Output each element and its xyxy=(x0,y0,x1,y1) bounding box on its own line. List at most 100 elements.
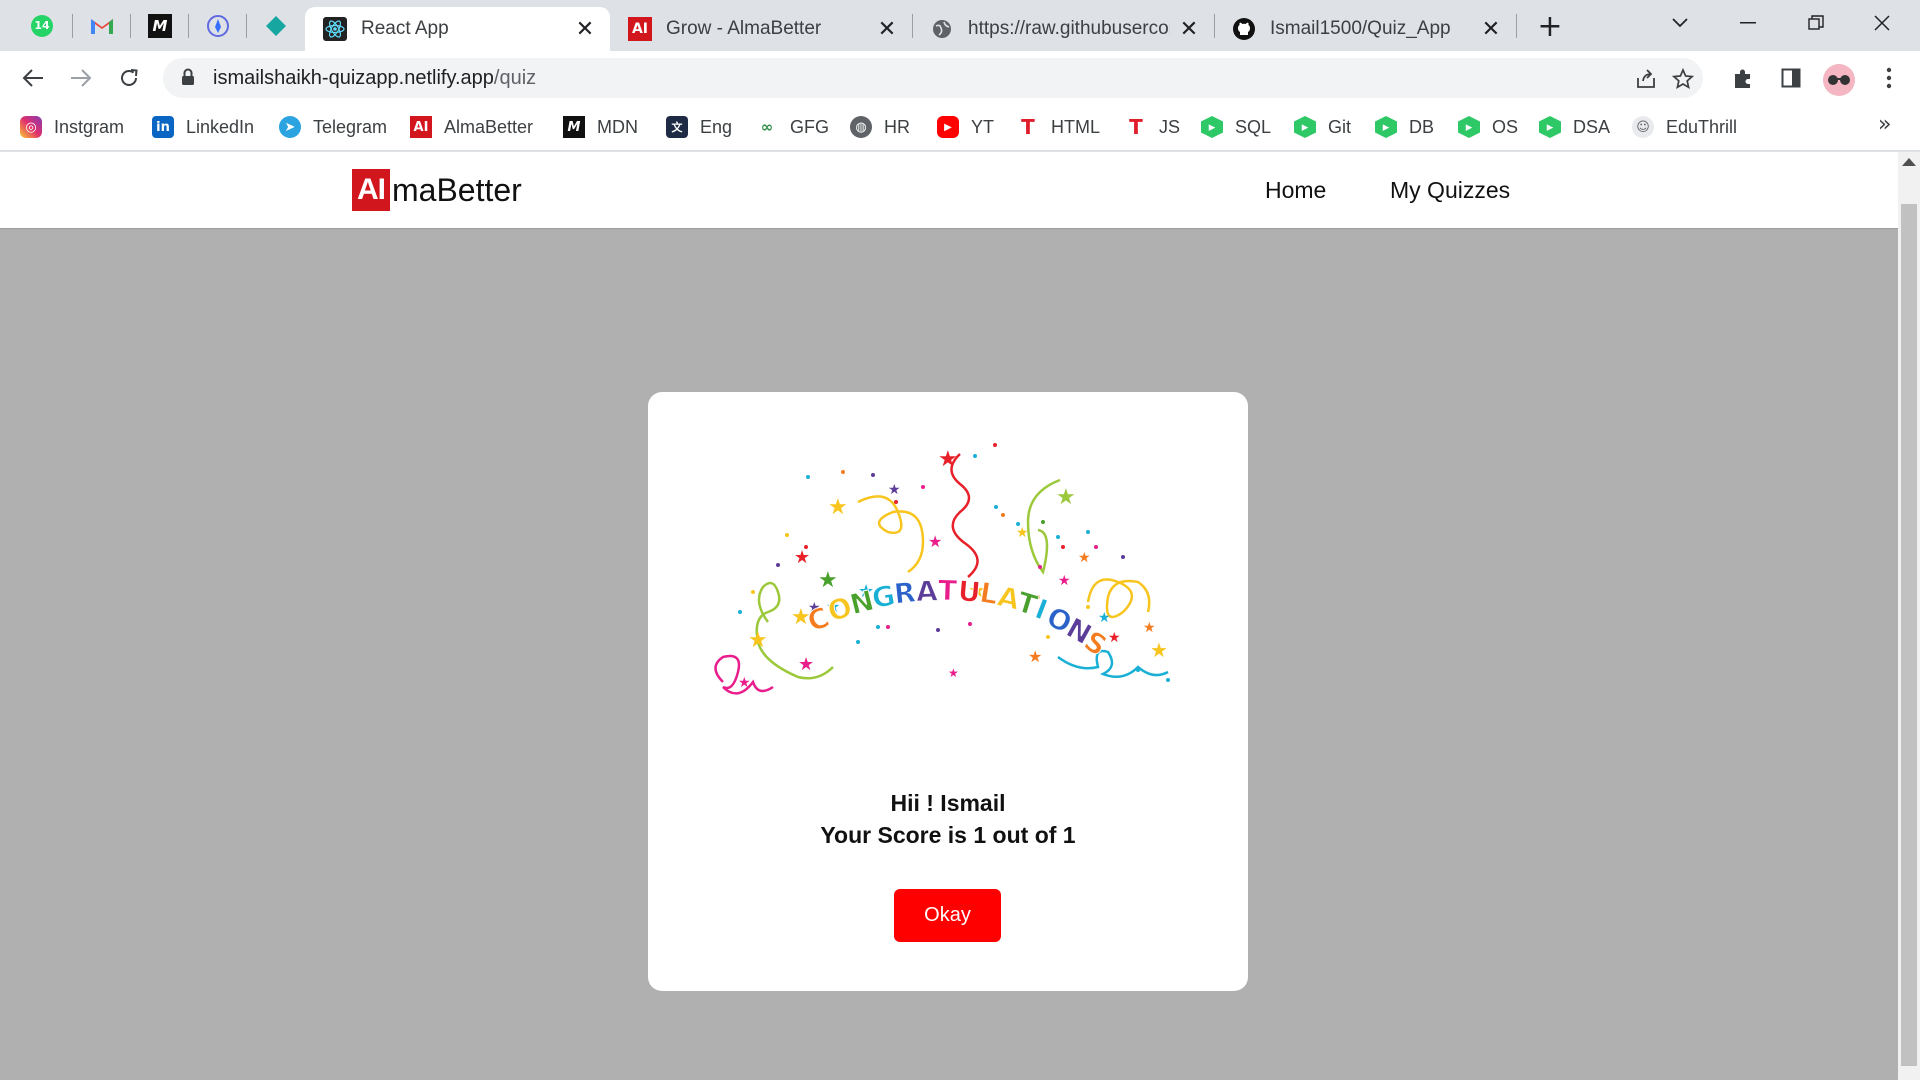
side-panel-button[interactable] xyxy=(1774,61,1808,95)
bookmark-label: GFG xyxy=(790,116,829,137)
kebab-menu-icon xyxy=(1886,67,1892,89)
congratulations-illustration: ★ ★ ★ ★ ★ ★ ★ ★ ★ ★ ★ ★ ★ ★ ★ ★ ★ ★ ★ ★ xyxy=(714,443,1170,695)
bookmark-label: JS xyxy=(1159,116,1181,137)
puzzle-icon xyxy=(1735,69,1750,88)
svg-text:★: ★ xyxy=(1028,647,1042,666)
browser-menu-button[interactable] xyxy=(1872,61,1906,95)
url-path: /quiz xyxy=(493,67,537,89)
restore-button[interactable] xyxy=(1796,8,1836,38)
scrollbar-thumb[interactable] xyxy=(1901,204,1917,1066)
globe-icon: ◍ xyxy=(850,116,872,138)
mdn-icon: M xyxy=(563,116,585,138)
svg-text:★: ★ xyxy=(888,482,901,498)
bookmark-hr[interactable]: ◍ HR xyxy=(850,114,910,140)
bookmark-db[interactable]: ▸ DB xyxy=(1375,114,1434,140)
svg-text:T: T xyxy=(937,574,957,608)
pinned-tab-gmail[interactable] xyxy=(72,8,132,43)
hexagon-icon: ▸ xyxy=(1294,116,1316,138)
bookmark-os[interactable]: ▸ OS xyxy=(1458,114,1518,140)
bookmark-git[interactable]: ▸ Git xyxy=(1294,114,1351,140)
pinned-tab-diamond[interactable] xyxy=(246,8,306,43)
close-tab-icon[interactable]: ✕ xyxy=(876,17,898,42)
tutorial-icon: T xyxy=(1021,115,1035,139)
bookmark-label: Telegram xyxy=(313,116,388,137)
bookmark-js[interactable]: T JS xyxy=(1125,114,1180,140)
back-button[interactable] xyxy=(16,61,50,95)
nav-my-quizzes-link[interactable]: My Quizzes xyxy=(1390,177,1510,204)
close-tab-icon[interactable]: ✕ xyxy=(574,17,596,42)
page-scrollbar[interactable] xyxy=(1898,152,1920,1080)
bookmark-label: Git xyxy=(1328,116,1352,137)
youtube-icon: ▶ xyxy=(937,116,959,138)
address-bar[interactable]: ismailshaikh-quizapp.netlify.app/quiz xyxy=(163,58,1703,98)
bookmark-sql[interactable]: ▸ SQL xyxy=(1201,114,1271,140)
profile-avatar[interactable] xyxy=(1823,64,1855,96)
nav-home-link[interactable]: Home xyxy=(1265,177,1326,204)
restore-icon xyxy=(1808,15,1824,30)
minimize-button[interactable] xyxy=(1728,8,1768,38)
devfolio-icon xyxy=(207,14,229,37)
url-domain: ismailshaikh-quizapp.netlify.app xyxy=(213,67,494,89)
tab-separator xyxy=(1516,14,1517,38)
tab-github-quiz-app[interactable]: Ismail1500/Quiz_App ✕ xyxy=(1214,7,1516,51)
close-tab-icon[interactable]: ✕ xyxy=(1178,17,1200,42)
bookmark-label: HTML xyxy=(1051,116,1100,137)
svg-text:★: ★ xyxy=(1150,638,1168,662)
svg-text:★: ★ xyxy=(818,568,838,593)
bookmark-almabetter[interactable]: AI AlmaBetter xyxy=(410,114,533,140)
close-window-button[interactable] xyxy=(1862,8,1902,38)
svg-text:★: ★ xyxy=(928,532,942,551)
svg-text:★: ★ xyxy=(1058,573,1071,589)
bookmark-label: Instgram xyxy=(54,116,125,137)
tab-raw-githubusercontent[interactable]: https://raw.githubusercontent.com ✕ xyxy=(912,7,1214,51)
svg-text:R: R xyxy=(892,576,917,611)
scroll-up-arrow-icon[interactable] xyxy=(1902,158,1916,166)
close-tab-icon[interactable]: ✕ xyxy=(1480,17,1502,42)
bookmark-html[interactable]: T HTML xyxy=(1017,114,1100,140)
new-tab-button[interactable]: + xyxy=(1535,9,1565,44)
bookmark-mdn[interactable]: M MDN xyxy=(563,114,638,140)
bookmark-label: OS xyxy=(1492,116,1519,137)
bookmark-yt[interactable]: ▶ YT xyxy=(937,114,994,140)
bookmarks-overflow-icon[interactable]: » xyxy=(1878,112,1891,137)
tab-title: Grow - AlmaBetter xyxy=(666,18,822,39)
reload-button[interactable] xyxy=(112,61,146,95)
share-icon[interactable] xyxy=(1633,66,1659,92)
bookmark-eng[interactable]: 文 Eng xyxy=(666,114,732,140)
hexagon-icon: ▸ xyxy=(1458,116,1480,138)
bookmark-gfg[interactable]: ∞ GFG xyxy=(756,114,829,140)
okay-button[interactable]: Okay xyxy=(894,889,1001,942)
svg-text:★: ★ xyxy=(738,675,751,691)
bookmark-eduthrill[interactable]: ☺ EduThrill xyxy=(1632,114,1737,140)
extensions-button[interactable] xyxy=(1726,61,1760,95)
bookmark-linkedin[interactable]: in LinkedIn xyxy=(152,114,254,140)
page-viewport: AI maBetter Home My Quizzes ★ ★ ★ ★ ★ ★ … xyxy=(0,152,1898,1080)
hexagon-icon: ▸ xyxy=(1201,116,1223,138)
svg-text:A: A xyxy=(915,575,938,609)
pinned-tab-whatsapp[interactable]: 14 xyxy=(12,8,72,43)
url-text: ismailshaikh-quizapp.netlify.app/quiz xyxy=(213,67,536,90)
bookmark-instgram[interactable]: ◎ Instgram xyxy=(20,114,124,140)
bookmark-label: DB xyxy=(1409,116,1435,137)
star-icon[interactable] xyxy=(1670,66,1696,92)
tab-grow-almabetter[interactable]: AI Grow - AlmaBetter ✕ xyxy=(610,7,912,51)
forward-button[interactable] xyxy=(64,61,98,95)
mdn-icon: M xyxy=(148,13,172,38)
tab-search-button[interactable] xyxy=(1660,8,1700,38)
pinned-tab-devfolio[interactable] xyxy=(188,8,248,43)
tab-title: React App xyxy=(361,18,449,39)
react-icon xyxy=(323,17,347,41)
browser-toolbar: ismailshaikh-quizapp.netlify.app/quiz xyxy=(0,51,1920,105)
tab-react-app[interactable]: React App ✕ xyxy=(305,7,610,51)
result-modal: ★ ★ ★ ★ ★ ★ ★ ★ ★ ★ ★ ★ ★ ★ ★ ★ ★ ★ ★ ★ xyxy=(648,392,1248,991)
minimize-icon xyxy=(1740,22,1756,24)
whatsapp-icon: 14 xyxy=(31,14,53,37)
bookmark-dsa[interactable]: ▸ DSA xyxy=(1539,114,1610,140)
almabetter-logo[interactable]: AI maBetter xyxy=(352,169,522,211)
bookmark-telegram[interactable]: ➤ Telegram xyxy=(279,114,387,140)
svg-text:★: ★ xyxy=(948,666,959,680)
avatar-glasses-icon xyxy=(1828,75,1850,85)
pinned-tab-mdn[interactable]: M xyxy=(130,8,190,43)
almabetter-icon: AI xyxy=(628,17,652,41)
tab-strip: 14 M React App ✕ AI Grow - AlmaBetter ✕ … xyxy=(0,0,1920,51)
